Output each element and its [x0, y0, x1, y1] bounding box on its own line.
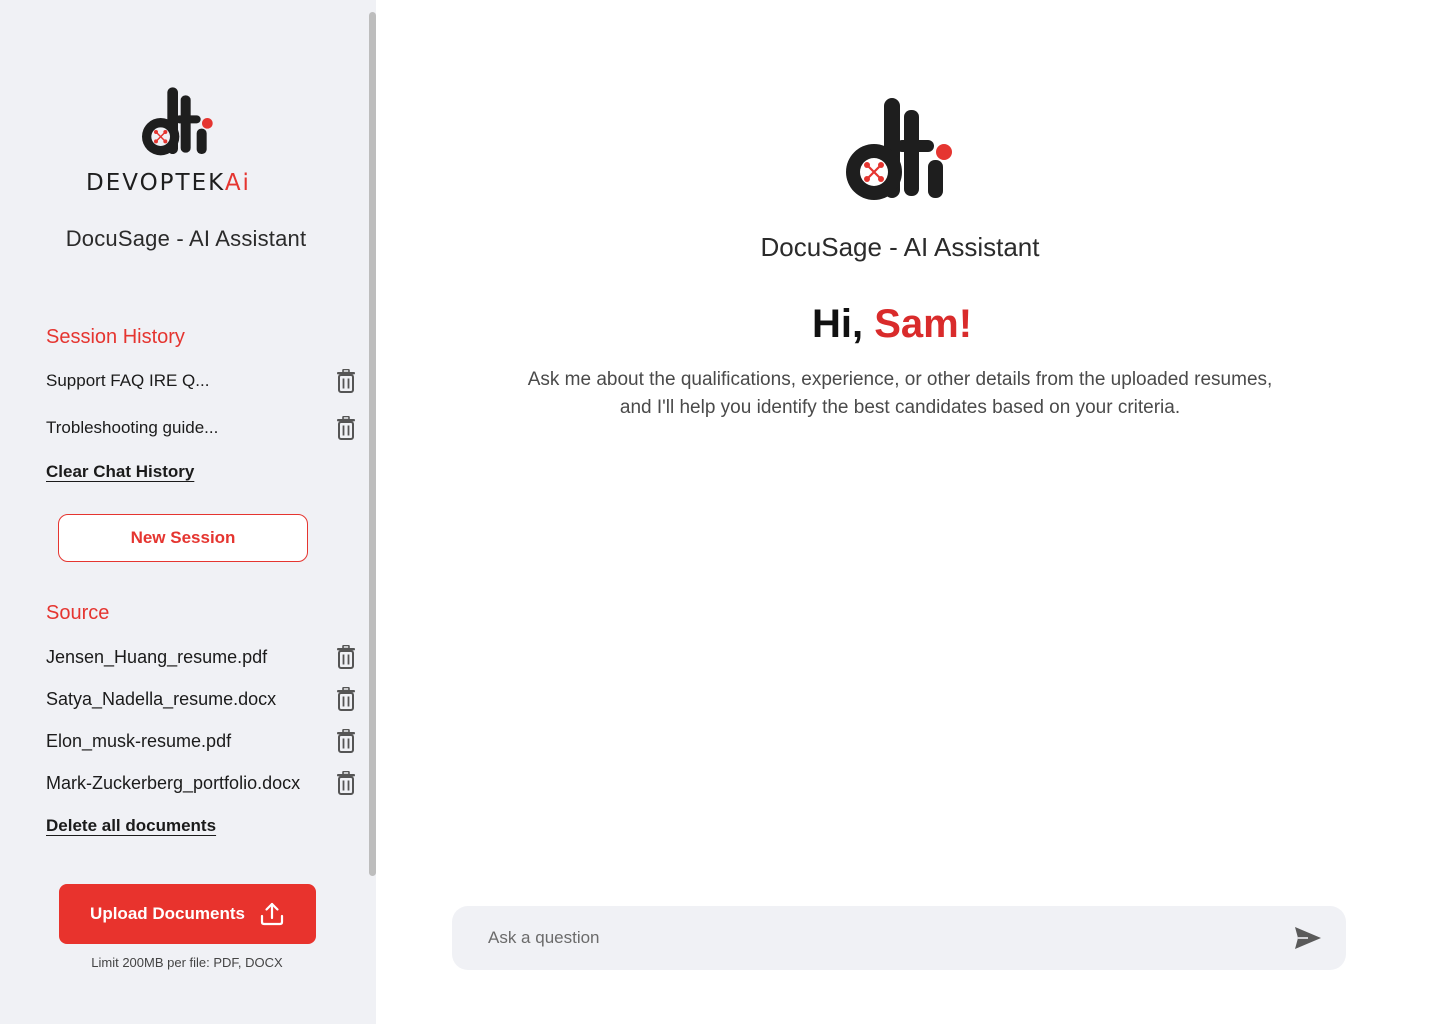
sidebar-scrollbar-thumb[interactable] [369, 12, 376, 876]
session-item[interactable]: Trobleshooting guide... [46, 415, 356, 441]
upload-icon [260, 902, 284, 926]
session-item-label[interactable]: Trobleshooting guide... [46, 418, 218, 438]
source-title: Source [46, 602, 110, 624]
chat-input-bar [452, 906, 1346, 970]
sidebar: DEVOPTEKAi DocuSage - AI Assistant Sessi… [0, 0, 376, 1024]
brand-wordmark-ai: Ai [224, 170, 251, 196]
new-session-button[interactable]: New Session [58, 514, 308, 562]
main-app-title: DocuSage - AI Assistant [760, 232, 1040, 262]
source-item-label: Elon_musk-resume.pdf [46, 730, 232, 751]
upload-documents-button[interactable]: Upload Documents [59, 884, 316, 944]
sidebar-app-title: DocuSage - AI Assistant [65, 226, 307, 251]
dti-logo-icon [142, 87, 213, 156]
trash-icon[interactable] [336, 687, 356, 711]
intro-line: and I'll help you identify the best cand… [619, 397, 1181, 418]
clear-chat-history-link[interactable]: Clear Chat History [46, 462, 194, 482]
source-item-label: Satya_Nadella_resume.docx [46, 688, 277, 709]
greeting-prefix: Hi, [811, 302, 864, 346]
trash-icon[interactable] [336, 369, 356, 393]
intro-line: Ask me about the qualifications, experie… [527, 369, 1273, 390]
source-item-label: Mark-Zuckerberg_portfolio.docx [46, 772, 301, 793]
trash-icon[interactable] [336, 416, 356, 440]
greeting-name: Sam! [874, 302, 973, 346]
question-input[interactable] [488, 906, 1268, 970]
upload-documents-label: Upload Documents [90, 904, 245, 923]
source-item[interactable]: Mark-Zuckerberg_portfolio.docx [46, 770, 356, 796]
intro-text: Ask me about the qualifications, experie… [376, 366, 1424, 422]
trash-icon[interactable] [336, 645, 356, 669]
delete-all-documents-link[interactable]: Delete all documents [46, 816, 216, 836]
dti-logo-icon [846, 98, 952, 200]
trash-icon[interactable] [336, 771, 356, 795]
session-item[interactable]: Support FAQ IRE Q... [46, 368, 356, 394]
source-item[interactable]: Satya_Nadella_resume.docx [46, 686, 356, 712]
send-icon[interactable] [1294, 926, 1322, 950]
source-item[interactable]: Elon_musk-resume.pdf [46, 728, 356, 754]
source-item-label: Jensen_Huang_resume.pdf [46, 646, 268, 667]
source-item[interactable]: Jensen_Huang_resume.pdf [46, 644, 356, 670]
brand-wordmark: DEVOPTEKAi [86, 170, 272, 196]
session-item-label[interactable]: Support FAQ IRE Q... [46, 371, 209, 391]
trash-icon[interactable] [336, 729, 356, 753]
session-history-title: Session History [46, 326, 185, 348]
brand-wordmark-text: DEVOPTEK [86, 170, 225, 196]
upload-limit-hint: Limit 200MB per file: PDF, DOCX [91, 955, 283, 970]
greeting: Hi, Sam! [376, 302, 1408, 347]
